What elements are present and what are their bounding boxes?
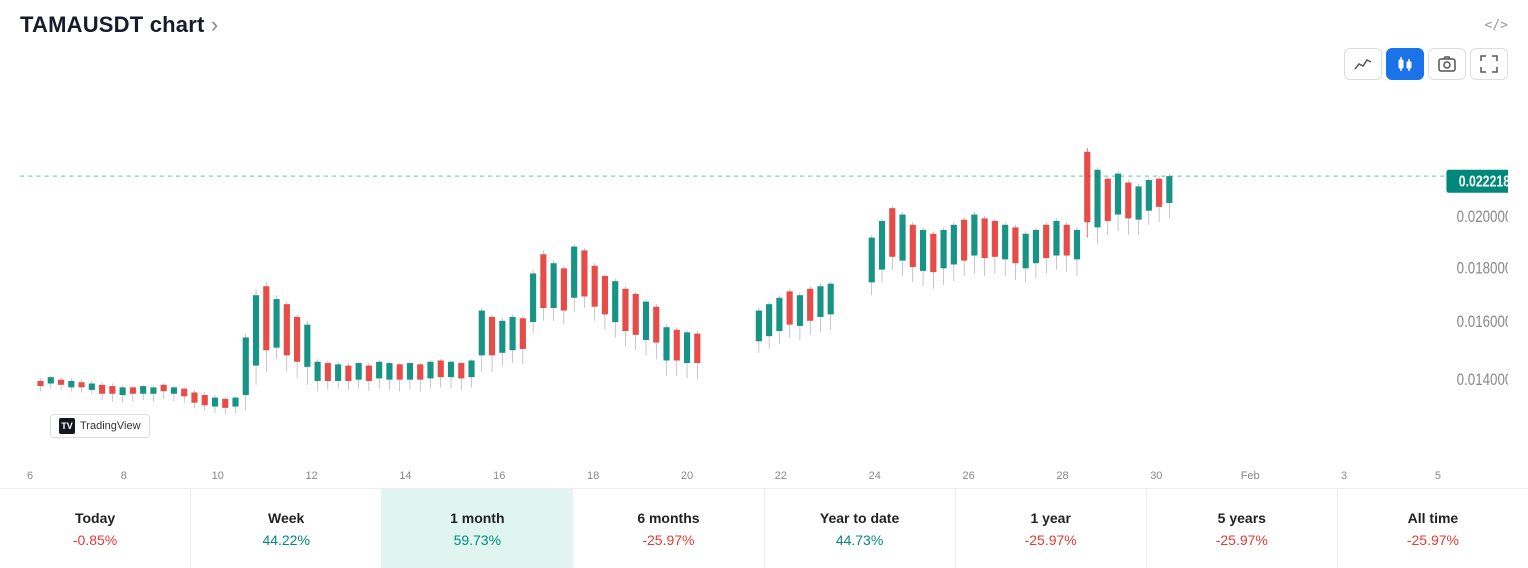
- x-label-20: 20: [677, 470, 697, 482]
- period-alltime-value: -25.97%: [1407, 532, 1459, 548]
- period-today-value: -0.85%: [73, 532, 117, 548]
- x-label-24: 24: [865, 470, 885, 482]
- period-today[interactable]: Today -0.85%: [0, 489, 191, 568]
- period-5years[interactable]: 5 years -25.97%: [1147, 489, 1338, 568]
- period-1month-value: 59.73%: [454, 532, 501, 548]
- screenshot-button[interactable]: [1428, 48, 1466, 80]
- period-alltime-label: All time: [1408, 510, 1459, 526]
- x-label-5: 5: [1428, 470, 1448, 482]
- x-label-30: 30: [1146, 470, 1166, 482]
- x-label-feb: Feb: [1240, 470, 1260, 482]
- header: TAMAUSDT chart › </>: [0, 0, 1528, 44]
- period-5years-value: -25.97%: [1216, 532, 1268, 548]
- chart-area: 0.022218 0.020000 0.018000 0.016000 0.01…: [0, 84, 1528, 468]
- tv-logo: TV: [59, 418, 75, 434]
- main-container: TAMAUSDT chart › </>: [0, 0, 1528, 568]
- embed-button[interactable]: </>: [1485, 18, 1508, 33]
- fullscreen-icon: [1480, 55, 1498, 73]
- period-today-label: Today: [75, 510, 115, 526]
- x-label-8: 8: [114, 470, 134, 482]
- svg-text:0.014000: 0.014000: [1457, 370, 1508, 389]
- x-label-12: 12: [302, 470, 322, 482]
- period-alltime[interactable]: All time -25.97%: [1338, 489, 1528, 568]
- toolbar: [0, 44, 1528, 84]
- candle-chart-button[interactable]: [1386, 48, 1424, 80]
- period-6months-value: -25.97%: [642, 532, 694, 548]
- x-label-28: 28: [1052, 470, 1072, 482]
- period-ytd-value: 44.73%: [836, 532, 883, 548]
- x-label-6: 6: [20, 470, 40, 482]
- x-label-14: 14: [395, 470, 415, 482]
- period-6months[interactable]: 6 months -25.97%: [573, 489, 764, 568]
- x-label-10: 10: [208, 470, 228, 482]
- period-1month[interactable]: 1 month 59.73%: [382, 489, 573, 568]
- x-axis: 6 8 10 12 14 16 18 20 22 24 26 28 30 Feb…: [0, 468, 1528, 488]
- period-1year-value: -25.97%: [1025, 532, 1077, 548]
- period-week-value: 44.22%: [262, 532, 309, 548]
- svg-text:0.022218: 0.022218: [1459, 172, 1508, 190]
- period-bar: Today -0.85% Week 44.22% 1 month 59.73% …: [0, 488, 1528, 568]
- svg-text:0.016000: 0.016000: [1457, 313, 1508, 332]
- candle-icon: [1396, 55, 1414, 73]
- line-icon: [1354, 55, 1372, 73]
- chart-svg: 0.022218 0.020000 0.018000 0.016000 0.01…: [20, 84, 1508, 468]
- svg-text:0.018000: 0.018000: [1457, 259, 1508, 278]
- period-ytd[interactable]: Year to date 44.73%: [765, 489, 956, 568]
- x-label-16: 16: [489, 470, 509, 482]
- period-6months-label: 6 months: [637, 510, 699, 526]
- period-ytd-label: Year to date: [820, 510, 899, 526]
- title-arrow: ›: [211, 12, 219, 37]
- x-labels: 6 8 10 12 14 16 18 20 22 24 26 28 30 Feb…: [20, 470, 1508, 482]
- period-5years-label: 5 years: [1218, 510, 1266, 526]
- tradingview-badge: TV TradingView: [50, 414, 150, 438]
- period-1year-label: 1 year: [1030, 510, 1070, 526]
- period-1month-label: 1 month: [450, 510, 504, 526]
- period-week[interactable]: Week 44.22%: [191, 489, 382, 568]
- camera-icon: [1438, 55, 1456, 73]
- period-1year[interactable]: 1 year -25.97%: [956, 489, 1147, 568]
- period-week-label: Week: [268, 510, 304, 526]
- chart-wrapper: 0.022218 0.020000 0.018000 0.016000 0.01…: [20, 84, 1508, 468]
- fullscreen-button[interactable]: [1470, 48, 1508, 80]
- x-label-18: 18: [583, 470, 603, 482]
- x-label-3: 3: [1334, 470, 1354, 482]
- title-text: TAMAUSDT chart: [20, 12, 205, 37]
- chart-title[interactable]: TAMAUSDT chart ›: [20, 12, 218, 38]
- svg-text:0.020000: 0.020000: [1457, 208, 1508, 227]
- line-chart-button[interactable]: [1344, 48, 1382, 80]
- x-label-22: 22: [771, 470, 791, 482]
- x-label-26: 26: [959, 470, 979, 482]
- tradingview-label: TradingView: [80, 420, 141, 432]
